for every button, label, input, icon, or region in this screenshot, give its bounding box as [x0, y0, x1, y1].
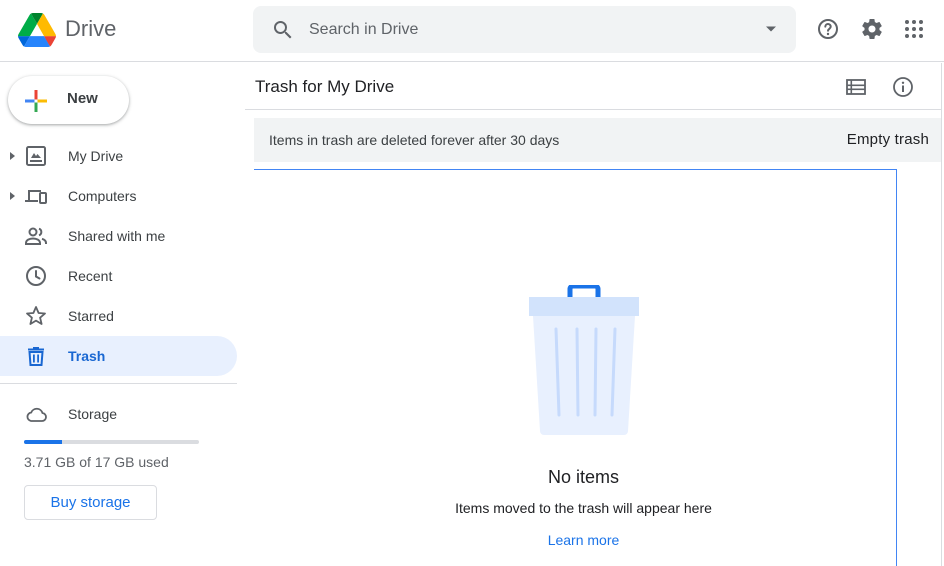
trash-icon: [28, 347, 44, 366]
storage-title[interactable]: Storage: [68, 406, 117, 422]
computers-icon: [25, 190, 47, 204]
sidebar-item-starred[interactable]: Starred: [0, 296, 237, 336]
storage-usage-bar: [24, 440, 199, 444]
search-input[interactable]: [309, 16, 729, 44]
sidebar-item-label: My Drive: [68, 148, 124, 164]
expand-arrow-icon[interactable]: [8, 190, 16, 202]
people-icon: [25, 227, 47, 245]
sidebar-item-label: Shared with me: [68, 228, 166, 244]
sidebar-item-label: Computers: [68, 188, 137, 204]
sidebar-item-label: Trash: [68, 348, 106, 364]
apps-grid-icon: [905, 20, 923, 38]
title-bar: Trash for My Drive: [245, 63, 941, 110]
empty-state-title: No items: [547, 467, 619, 487]
right-edge-divider: [941, 63, 942, 566]
sidebar-item-computers[interactable]: Computers: [0, 176, 237, 216]
clock-icon: [26, 266, 46, 286]
main-content: Trash for My Drive Items in trash are de…: [245, 63, 944, 566]
banner-message: Items in trash are deleted forever after…: [269, 132, 560, 148]
list-view-icon[interactable]: [844, 75, 868, 99]
search-options-dropdown-icon[interactable]: [764, 22, 778, 36]
new-button-label: New: [67, 90, 98, 107]
sidebar-nav: My Drive Computers Shared with me Recent…: [0, 136, 237, 376]
sidebar-item-label: Recent: [68, 268, 113, 284]
learn-more-link[interactable]: Learn more: [254, 532, 913, 548]
star-icon: [26, 306, 46, 325]
google-apps-button[interactable]: [901, 16, 927, 42]
page-title: Trash for My Drive: [255, 77, 395, 96]
sidebar-item-label: Starred: [68, 308, 114, 324]
info-icon[interactable]: [891, 75, 915, 99]
expand-arrow-icon[interactable]: [8, 150, 16, 162]
sidebar-item-shared-with-me[interactable]: Shared with me: [0, 216, 237, 256]
new-button[interactable]: New: [8, 76, 129, 124]
search-bar[interactable]: [253, 6, 796, 53]
storage-usage-fill: [24, 440, 63, 444]
sidebar-item-trash[interactable]: Trash: [0, 336, 237, 376]
empty-state-subtitle: Items moved to the trash will appear her…: [455, 500, 712, 516]
sidebar-divider: [0, 383, 237, 384]
plus-icon: [25, 90, 47, 112]
buy-storage-button[interactable]: Buy storage: [24, 485, 157, 520]
file-list-area: No items Items moved to the trash will a…: [254, 169, 897, 566]
support-button[interactable]: [815, 16, 841, 42]
settings-button[interactable]: [859, 16, 885, 42]
gear-icon: [862, 18, 882, 39]
app-name: Drive: [65, 16, 117, 41]
storage-used-text: 3.71 GB of 17 GB used: [24, 454, 169, 470]
sidebar-item-my-drive[interactable]: My Drive: [0, 136, 237, 176]
cloud-icon: [26, 407, 47, 422]
drive-logo-icon[interactable]: [18, 12, 56, 48]
my-drive-icon: [26, 146, 46, 166]
top-bar: Drive: [0, 0, 944, 62]
help-icon: [818, 19, 838, 39]
empty-trash-button[interactable]: Empty trash: [847, 131, 929, 148]
sidebar: New My Drive Computers Shared with me Re…: [0, 63, 245, 566]
sidebar-item-recent[interactable]: Recent: [0, 256, 237, 296]
trash-info-banner: Items in trash are deleted forever after…: [254, 118, 941, 162]
empty-trash-illustration-icon: [529, 285, 639, 435]
search-icon[interactable]: [271, 18, 295, 42]
